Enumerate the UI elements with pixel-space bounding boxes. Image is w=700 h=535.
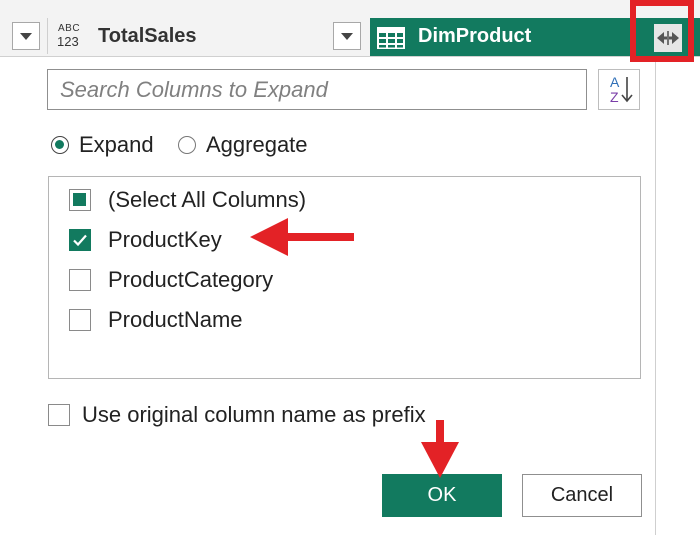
productname-checkbox[interactable] (69, 309, 91, 331)
chevron-down-icon (20, 32, 32, 40)
prefix-checkbox[interactable] (48, 404, 70, 426)
productcategory-checkbox[interactable] (69, 269, 91, 291)
column-divider (47, 18, 48, 54)
search-columns-input[interactable] (47, 69, 587, 110)
column-checklist: (Select All Columns) ProductKey ProductC… (48, 176, 641, 379)
totalsales-filter-dropdown[interactable] (333, 22, 361, 50)
radio-aggregate-label: Aggregate (206, 132, 308, 157)
productkey-label: ProductKey (108, 227, 222, 252)
checkmark-icon (73, 234, 87, 247)
svg-text:Z: Z (610, 89, 619, 105)
productkey-checkbox[interactable] (69, 229, 91, 251)
text-number-type-icon[interactable]: ABC 123 (57, 24, 85, 50)
list-item-productcategory[interactable]: ProductCategory (69, 265, 273, 295)
productcategory-label: ProductCategory (108, 267, 274, 292)
radio-aggregate[interactable]: Aggregate (178, 131, 308, 159)
expand-column-button[interactable] (654, 24, 682, 52)
radio-expand-indicator[interactable] (51, 136, 69, 154)
column-title-totalsales[interactable]: TotalSales (98, 25, 197, 48)
list-item-productkey[interactable]: ProductKey (69, 225, 222, 255)
table-icon (377, 27, 405, 49)
prefix-option[interactable]: Use original column name as prefix (48, 400, 426, 430)
chevron-down-icon (341, 32, 353, 40)
radio-expand-label: Expand (79, 132, 154, 157)
popup-border (655, 56, 656, 535)
column-title-dimproduct: DimProduct (418, 25, 532, 47)
select-all-checkbox[interactable] (69, 189, 91, 211)
sort-az-icon: A Z (610, 74, 633, 105)
select-all-label: (Select All Columns) (108, 187, 307, 212)
sort-button[interactable]: A Z (598, 69, 640, 110)
column-header-strip: ABC 123 TotalSales DimProduct (0, 0, 700, 57)
productname-label: ProductName (108, 307, 243, 332)
ok-button[interactable]: OK (382, 474, 502, 517)
svg-text:A: A (610, 74, 620, 90)
prefix-label: Use original column name as prefix (82, 402, 426, 427)
list-item-select-all[interactable]: (Select All Columns) (69, 185, 306, 215)
cancel-button[interactable]: Cancel (522, 474, 642, 517)
list-item-productname[interactable]: ProductName (69, 305, 243, 335)
column-header-dimproduct[interactable]: DimProduct (370, 18, 700, 56)
expand-arrows-icon (657, 31, 679, 45)
radio-aggregate-indicator[interactable] (178, 136, 196, 154)
radio-expand[interactable]: Expand (51, 131, 154, 159)
column-filter-dropdown[interactable] (12, 22, 40, 50)
